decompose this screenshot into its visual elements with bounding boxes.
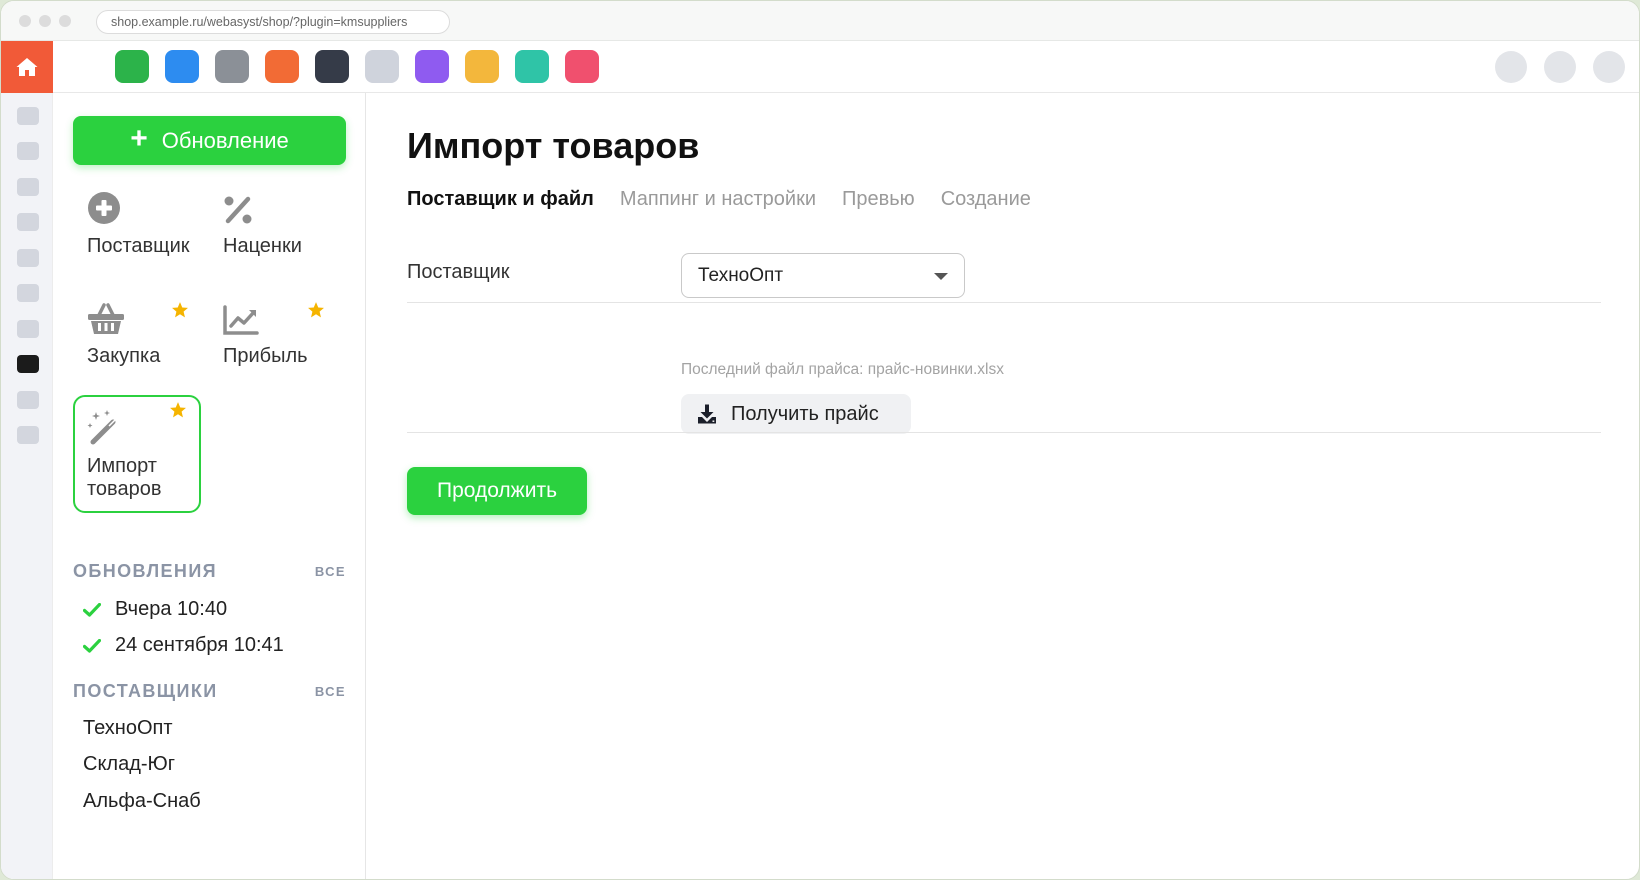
- tile-label: Поставщик: [87, 235, 190, 257]
- supplier-field-label: Поставщик: [407, 261, 510, 283]
- page-title: Импорт товаров: [407, 125, 700, 166]
- last-file-hint: Последний файл прайса: прайс-новинки.xls…: [681, 361, 1004, 378]
- app-blue-icon[interactable]: [165, 50, 199, 83]
- tab-supplier-and-file[interactable]: Поставщик и файл: [407, 188, 594, 211]
- updates-title: ОБНОВЛЕНИЯ: [73, 561, 217, 581]
- app-yellow-icon[interactable]: [465, 50, 499, 83]
- rail-item-active[interactable]: [17, 355, 39, 373]
- app-orange-icon[interactable]: [265, 50, 299, 83]
- tile-supplier[interactable]: Поставщик: [73, 187, 201, 258]
- update-time: 24 сентября 10:41: [115, 634, 284, 656]
- address-bar[interactable]: shop.example.ru/webasyst/shop/?plugin=km…: [96, 10, 450, 34]
- tab-mapping-settings[interactable]: Маппинг и настройки: [620, 188, 816, 211]
- magic-wand-icon: [87, 410, 117, 445]
- tile-profit[interactable]: Прибыль: [209, 297, 337, 368]
- suppliers-title: ПОСТАВЩИКИ: [73, 681, 218, 701]
- app-green-icon[interactable]: [115, 50, 149, 83]
- app-pink-icon[interactable]: [565, 50, 599, 83]
- star-icon[interactable]: [307, 301, 325, 319]
- wizard-tabs: Поставщик и файл Маппинг и настройки Пре…: [407, 188, 1031, 211]
- help-avatar[interactable]: [1544, 51, 1576, 83]
- supplier-link[interactable]: Альфа-Снаб: [83, 790, 201, 813]
- user-area: [1495, 51, 1625, 83]
- check-icon: [83, 602, 101, 617]
- tile-label: Закупка: [87, 345, 161, 367]
- tile-label: Наценки: [223, 235, 302, 257]
- home-button[interactable]: [1, 41, 53, 93]
- app-bar: [1, 41, 1639, 93]
- basket-icon: [88, 303, 124, 334]
- rail-item[interactable]: [17, 391, 39, 409]
- get-price-label: Получить прайс: [731, 402, 879, 425]
- update-item[interactable]: Вчера 10:40: [83, 598, 227, 621]
- browser-window: shop.example.ru/webasyst/shop/?plugin=km…: [0, 0, 1640, 880]
- continue-button[interactable]: Продолжить: [407, 467, 587, 515]
- chart-line-icon: [223, 305, 259, 335]
- main-content: Импорт товаров Поставщик и файл Маппинг …: [367, 93, 1639, 879]
- app-switcher: [115, 50, 599, 83]
- updates-section-header: ОБНОВЛЕНИЯ ВСЕ: [73, 561, 346, 582]
- app-teal-icon[interactable]: [515, 50, 549, 83]
- tile-label: Прибыль: [223, 345, 308, 367]
- rail-item[interactable]: [17, 178, 39, 196]
- app-gray-icon[interactable]: [215, 50, 249, 83]
- divider: [407, 432, 1601, 433]
- app-light-icon[interactable]: [365, 50, 399, 83]
- user-avatar[interactable]: [1593, 51, 1625, 83]
- check-icon: [83, 638, 101, 653]
- supplier-select[interactable]: ТехноОпт: [681, 253, 965, 298]
- plus-icon: +: [130, 122, 148, 155]
- rail-item[interactable]: [17, 142, 39, 160]
- plus-circle-icon: [88, 192, 120, 224]
- notifications-avatar[interactable]: [1495, 51, 1527, 83]
- update-time: Вчера 10:40: [115, 598, 228, 620]
- app-purple-icon[interactable]: [415, 50, 449, 83]
- tab-create[interactable]: Создание: [941, 188, 1031, 211]
- tile-markups[interactable]: Наценки: [209, 187, 337, 258]
- browser-chrome: shop.example.ru/webasyst/shop/?plugin=km…: [1, 1, 1639, 41]
- suppliers-section-header: ПОСТАВЩИКИ ВСЕ: [73, 681, 346, 702]
- rail-item[interactable]: [17, 249, 39, 267]
- update-item[interactable]: 24 сентября 10:41: [83, 634, 284, 657]
- rail-item[interactable]: [17, 284, 39, 302]
- star-icon[interactable]: [171, 301, 189, 319]
- window-controls: [19, 15, 71, 27]
- rail-item[interactable]: [17, 320, 39, 338]
- tile-purchase[interactable]: Закупка: [73, 297, 201, 368]
- new-update-button[interactable]: + Обновление: [73, 116, 346, 165]
- download-icon: [698, 404, 716, 424]
- supplier-select-value: ТехноОпт: [698, 264, 784, 286]
- new-update-label: Обновление: [161, 127, 289, 153]
- star-icon[interactable]: [169, 401, 187, 419]
- close-window-dot[interactable]: [19, 15, 31, 27]
- app-dark-icon[interactable]: [315, 50, 349, 83]
- sidebar: + Обновление Поставщик Наценки Закупка П…: [53, 93, 366, 879]
- maximize-window-dot[interactable]: [59, 15, 71, 27]
- rail-item[interactable]: [17, 213, 39, 231]
- divider: [407, 302, 1601, 303]
- tile-label: Импорт товаров: [87, 455, 162, 501]
- tab-preview[interactable]: Превью: [842, 188, 915, 211]
- tile-import-products[interactable]: Импорт товаров: [73, 395, 201, 513]
- home-icon: [16, 58, 38, 76]
- updates-all-link[interactable]: ВСЕ: [315, 564, 346, 579]
- minimize-window-dot[interactable]: [39, 15, 51, 27]
- caret-down-icon: [934, 273, 948, 280]
- supplier-link[interactable]: Склад-Юг: [83, 753, 175, 776]
- suppliers-all-link[interactable]: ВСЕ: [315, 684, 346, 699]
- percent-icon: [224, 196, 252, 224]
- supplier-link[interactable]: ТехноОпт: [83, 717, 173, 740]
- left-rail: [1, 93, 53, 879]
- rail-item[interactable]: [17, 426, 39, 444]
- rail-item[interactable]: [17, 107, 39, 125]
- get-price-button[interactable]: Получить прайс: [681, 394, 911, 434]
